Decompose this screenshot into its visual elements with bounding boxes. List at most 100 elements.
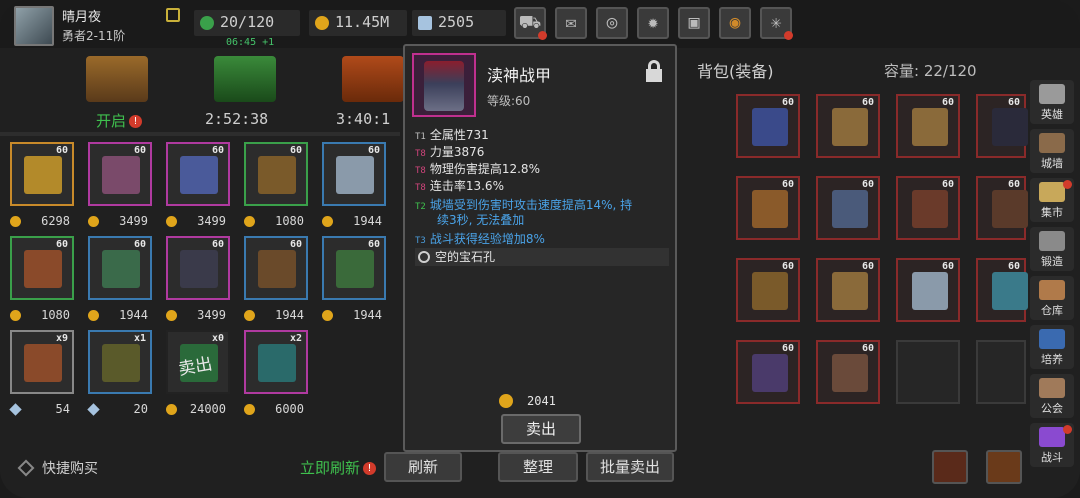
side-menu-item[interactable]: 培养 — [1030, 325, 1074, 369]
item-level-badge: 60 — [941, 179, 954, 190]
side-menu-item[interactable]: 仓库 — [1030, 276, 1074, 320]
refresh-now-link[interactable]: 立即刷新! — [300, 457, 377, 478]
shop-item-slot[interactable]: 60 — [88, 236, 152, 300]
shop-item-slot[interactable]: 60 — [166, 142, 230, 206]
unlock-icon[interactable] — [645, 60, 663, 82]
shop-item-slot[interactable]: x1 — [88, 330, 152, 394]
item-price: 1944 — [88, 308, 154, 324]
shop-cart-button[interactable]: ⛟ — [514, 7, 547, 40]
item-level-badge: 60 — [367, 239, 380, 250]
item-price: 6000 — [244, 402, 310, 418]
alert-dot — [784, 31, 793, 40]
chest-red[interactable] — [342, 56, 404, 102]
shop-item-slot[interactable]: 60 — [322, 142, 386, 206]
bag-empty-slot[interactable] — [896, 340, 960, 404]
shop-item-slot[interactable]: x2 — [244, 330, 308, 394]
item-level-badge: 60 — [941, 97, 954, 108]
boot-shortcut-button[interactable] — [986, 450, 1022, 484]
side-menu-item[interactable]: 战斗 — [1030, 423, 1074, 467]
diamond-icon — [87, 403, 100, 416]
bag-empty-slot[interactable] — [976, 340, 1026, 404]
bag-item-slot[interactable]: 60 — [976, 176, 1028, 240]
item-price: 3499 — [166, 308, 232, 324]
bag-item-slot[interactable]: 60 — [736, 340, 800, 404]
edit-icon[interactable] — [166, 8, 180, 22]
item-level-badge: 60 — [861, 343, 874, 354]
item-level-badge: 60 — [861, 97, 874, 108]
item-icon — [832, 108, 868, 146]
player-rank: 勇者2-11阶 — [62, 29, 126, 43]
item-price: 1080 — [244, 214, 310, 230]
bag-item-slot[interactable]: 60 — [976, 94, 1028, 158]
player-avatar[interactable] — [14, 6, 54, 46]
chest-green[interactable] — [214, 56, 276, 102]
sell-button[interactable]: 卖出 — [501, 414, 581, 444]
coin-icon — [10, 216, 21, 227]
side-menu-item[interactable]: 英雄 — [1030, 80, 1074, 124]
menu-icon — [1039, 84, 1065, 104]
item-price: 3499 — [166, 214, 232, 230]
quick-buy-toggle[interactable]: 快捷购买 — [17, 458, 98, 478]
item-icon — [752, 108, 788, 146]
side-menu-item[interactable]: 城墙 — [1030, 129, 1074, 173]
bag-item-slot[interactable]: 60 — [816, 94, 880, 158]
alert-icon: ! — [129, 115, 143, 128]
shop-item-slot[interactable]: 60 — [166, 236, 230, 300]
side-menu-label: 公会 — [1041, 402, 1063, 415]
item-icon — [752, 354, 788, 392]
side-menu-label: 培养 — [1041, 353, 1063, 366]
bag-item-slot[interactable]: 60 — [736, 258, 800, 322]
gamepad-button[interactable]: ◎ — [596, 7, 628, 39]
firework-icon: ✳ — [770, 12, 782, 33]
menu-icon — [1039, 378, 1065, 398]
item-level-badge: 60 — [211, 239, 224, 250]
item-icon — [752, 272, 788, 310]
wheel-button[interactable]: ◉ — [719, 7, 751, 39]
top-bar: 晴月夜 勇者2-11阶 20/120 06:45 +1 11.45M 2505 … — [0, 0, 1080, 48]
shop-item-slot[interactable]: 60 — [10, 236, 74, 300]
coin-icon — [499, 394, 513, 408]
chest-wooden[interactable] — [86, 56, 148, 102]
shop-item-slot[interactable]: x9 — [10, 330, 74, 394]
mail-icon: ✉ — [565, 12, 577, 33]
item-icon — [912, 190, 948, 228]
bag-item-slot[interactable]: 60 — [896, 258, 960, 322]
side-menu-item[interactable]: 锻造 — [1030, 227, 1074, 271]
event-button[interactable]: ✳ — [760, 7, 793, 40]
shop-item-slot[interactable]: 60 — [244, 142, 308, 206]
cart-icon: ⛟ — [518, 12, 542, 33]
batch-sell-button[interactable]: 批量卖出 — [586, 452, 674, 482]
refresh-button[interactable]: 刷新 — [384, 452, 462, 482]
bag-capacity: 容量: 22/120 — [884, 62, 977, 80]
sort-button[interactable]: 整理 — [498, 452, 578, 482]
settings-button[interactable]: ✹ — [637, 7, 669, 39]
chest-open-label[interactable]: 开启! — [96, 110, 143, 131]
item-icon — [258, 156, 296, 194]
gold-stat: 11.45M — [309, 10, 407, 36]
item-level-badge: 60 — [781, 97, 794, 108]
shop-item-slot[interactable]: x0 卖出 — [166, 330, 230, 394]
shop-item-slot[interactable]: 60 — [88, 142, 152, 206]
side-menu-item[interactable]: 集市 — [1030, 178, 1074, 222]
mail-button[interactable]: ✉ — [555, 7, 587, 39]
item-icon — [336, 250, 374, 288]
side-menu-label: 集市 — [1041, 206, 1063, 219]
bag-item-slot[interactable]: 60 — [816, 258, 880, 322]
coin-icon — [166, 404, 177, 415]
side-menu-item[interactable]: 公会 — [1030, 374, 1074, 418]
bag-item-slot[interactable]: 60 — [816, 176, 880, 240]
item-level-badge: 60 — [133, 145, 146, 156]
bag-item-slot[interactable]: 60 — [896, 176, 960, 240]
shop-item-slot[interactable]: 60 — [10, 142, 74, 206]
bag-item-slot[interactable]: 60 — [896, 94, 960, 158]
bag-item-slot[interactable]: 60 — [816, 340, 880, 404]
bag-item-slot[interactable]: 60 — [976, 258, 1028, 322]
armor-shortcut-button[interactable] — [932, 450, 968, 484]
shop-item-slot[interactable]: 60 — [244, 236, 308, 300]
gift-button[interactable]: ▣ — [678, 7, 710, 39]
shop-item-slot[interactable]: 60 — [322, 236, 386, 300]
bag-item-slot[interactable]: 60 — [736, 176, 800, 240]
bag-item-slot[interactable]: 60 — [736, 94, 800, 158]
item-icon — [992, 272, 1028, 310]
item-price: 24000 — [166, 402, 232, 418]
